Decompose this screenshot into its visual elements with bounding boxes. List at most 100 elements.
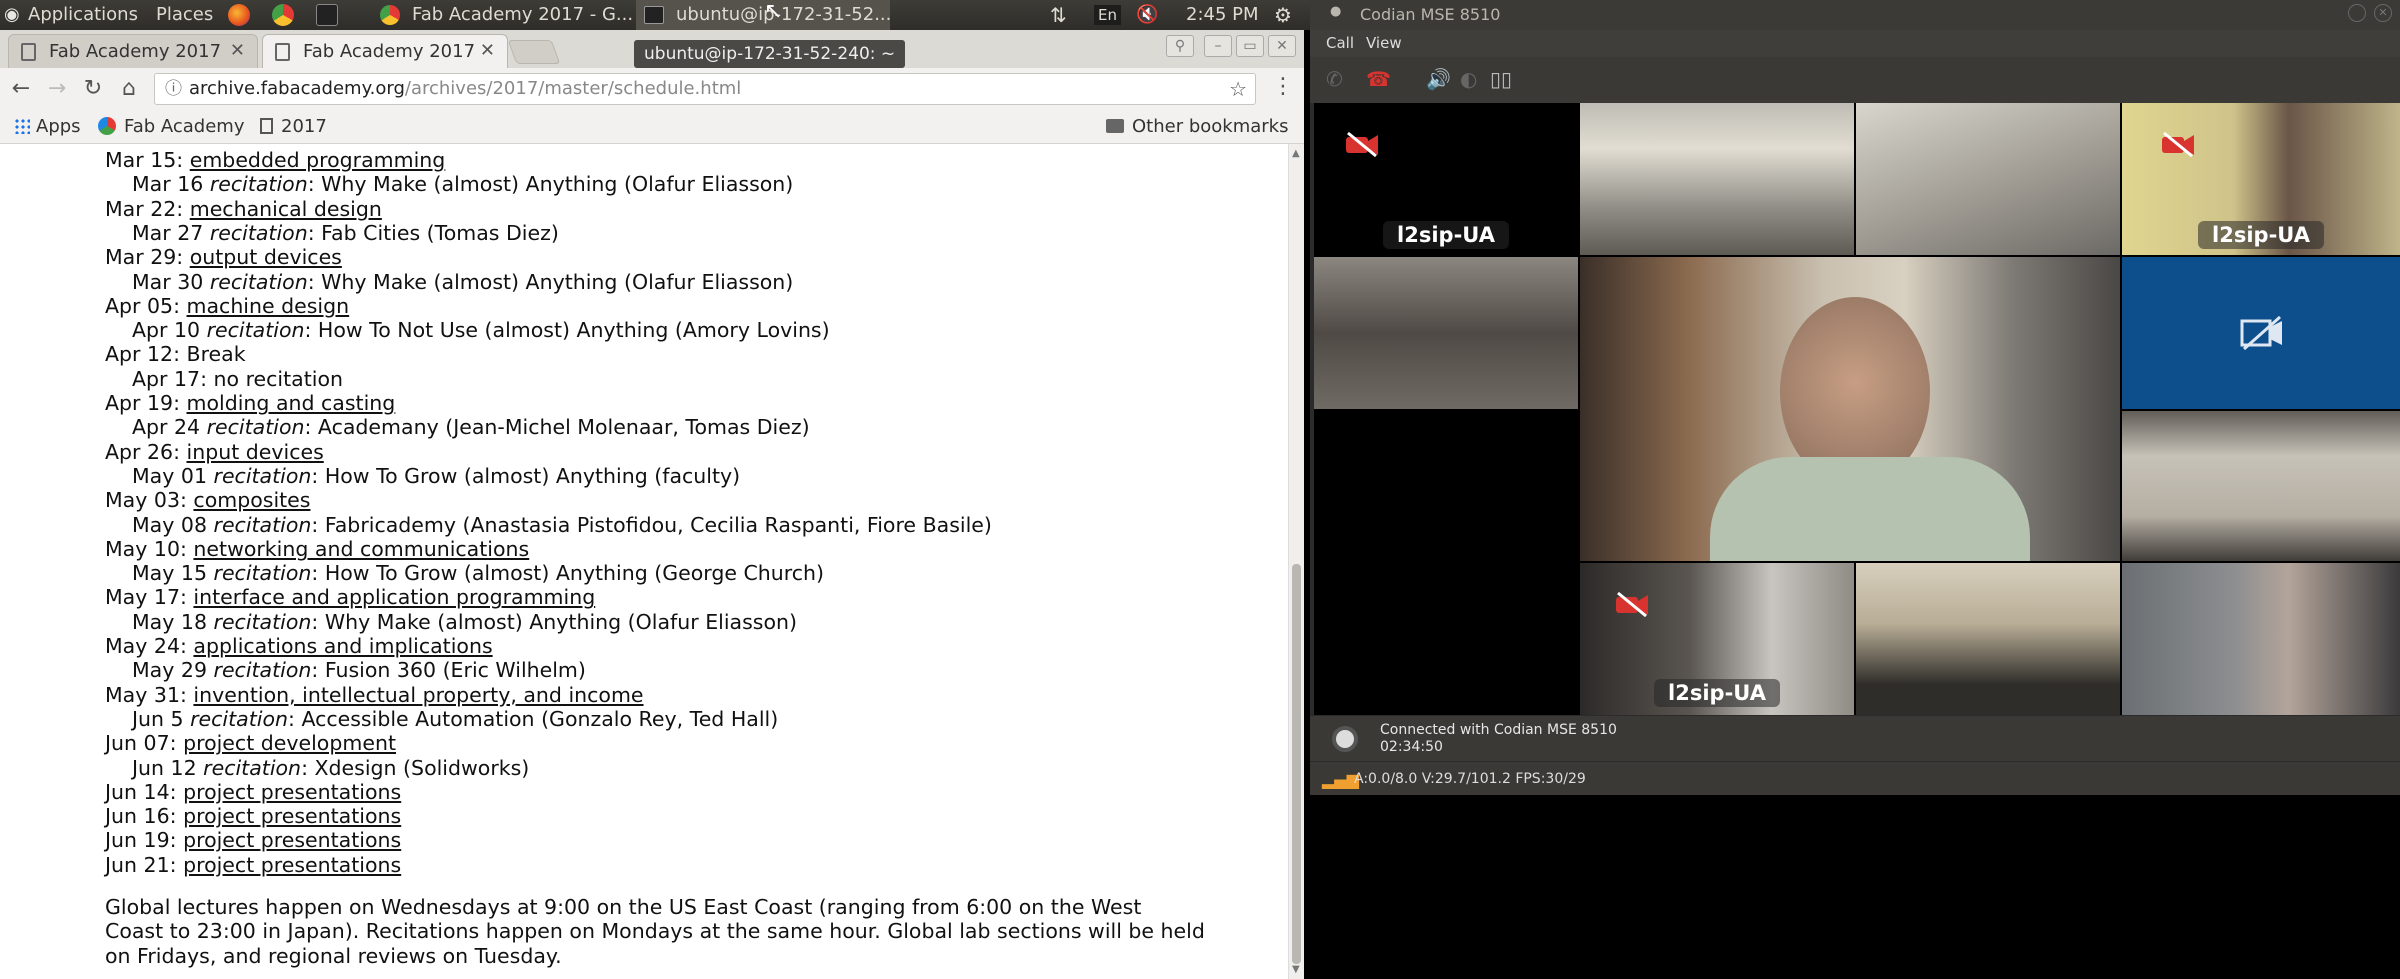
chrome-menu-icon[interactable]: ⋮ bbox=[1272, 74, 1294, 99]
applications-menu[interactable]: Applications bbox=[28, 0, 138, 30]
lecture-row: May 24: applications and implications bbox=[105, 634, 493, 658]
recitation-detail: : How To Grow (almost) Anything (faculty… bbox=[311, 463, 741, 488]
menu-view[interactable]: View bbox=[1366, 34, 1402, 52]
layout-toggle-icon[interactable]: ▯▯ bbox=[1490, 67, 1512, 91]
recitation-row: May 18 recitation: Why Make (almost) Any… bbox=[132, 610, 797, 634]
bookmark-2017[interactable]: 2017 bbox=[260, 116, 327, 137]
lecture-link[interactable]: project development bbox=[183, 731, 396, 755]
lecture-link[interactable]: molding and casting bbox=[187, 391, 396, 415]
lecture-link[interactable]: embedded programming bbox=[190, 148, 446, 172]
hangup-icon[interactable]: ☎ bbox=[1366, 67, 1391, 91]
lecture-row: Apr 26: input devices bbox=[105, 440, 324, 464]
lecture-link[interactable]: interface and application programming bbox=[193, 585, 595, 609]
video-tile-participants-row[interactable] bbox=[2122, 411, 2400, 561]
status-text: Connected with Codian MSE 8510 bbox=[1380, 722, 1617, 738]
schedule-date: May 24: bbox=[105, 634, 187, 658]
bookmark-apps[interactable]: Apps bbox=[14, 116, 81, 137]
info-icon[interactable]: ⓘ bbox=[165, 74, 182, 104]
lecture-row: May 10: networking and communications bbox=[105, 537, 529, 561]
video-tile-whiteboard-room[interactable]: l2sip-UA bbox=[1580, 563, 1854, 715]
video-tile-lab-corridor[interactable] bbox=[1856, 103, 2120, 255]
recitation-detail: : Why Make (almost) Anything (Olafur Eli… bbox=[307, 269, 794, 294]
ubuntu-logo-icon[interactable]: ◉ bbox=[4, 0, 20, 30]
terminal-launcher-icon[interactable] bbox=[316, 4, 338, 26]
system-gear-icon[interactable]: ⚙ bbox=[1274, 0, 1292, 30]
tab-close-icon[interactable]: ✕ bbox=[480, 40, 495, 61]
taskbar-item-browser[interactable]: Fab Academy 2017 - G... bbox=[372, 0, 634, 30]
video-tile-audio-only[interactable]: l2sip-UA bbox=[1314, 103, 1578, 255]
taskbar-item-label: ubuntu@ip-172-31-52... bbox=[676, 4, 890, 25]
scroll-down-arrow-icon[interactable]: ▼ bbox=[1292, 964, 1300, 975]
codian-toolbar: ✆ ☎ 🔊 ◐ ▯▯ bbox=[1310, 57, 2400, 103]
home-icon[interactable]: ⌂ bbox=[114, 74, 144, 104]
call-duration: 02:34:50 bbox=[1380, 739, 1443, 755]
minimize-button[interactable] bbox=[2348, 4, 2366, 22]
back-arrow-icon[interactable]: ← bbox=[6, 74, 36, 104]
lecture-link[interactable]: input devices bbox=[187, 440, 324, 464]
places-menu[interactable]: Places bbox=[156, 0, 213, 30]
video-tile-main-speaker[interactable] bbox=[1580, 257, 2120, 561]
profile-icon[interactable]: ⚲ bbox=[1166, 35, 1194, 57]
call-icon[interactable]: ✆ bbox=[1326, 67, 1343, 91]
schedule-date: Jun 12 bbox=[132, 755, 197, 780]
recitation-label: recitation bbox=[213, 609, 312, 634]
menu-call[interactable]: Call bbox=[1326, 34, 1354, 52]
recitation-detail: : Fabricademy (Anastasia Pistofidou, Cec… bbox=[311, 512, 992, 537]
recitation-row: Mar 30 recitation: Why Make (almost) Any… bbox=[132, 270, 793, 294]
video-tile-participant-elder[interactable] bbox=[2122, 563, 2400, 715]
lecture-link[interactable]: mechanical design bbox=[190, 197, 382, 221]
bookmark-star-icon[interactable]: ☆ bbox=[1229, 74, 1247, 104]
network-arrows-icon[interactable]: ⇅ bbox=[1050, 0, 1067, 30]
schedule-date: Jun 16: bbox=[105, 804, 177, 829]
lecture-link[interactable]: composites bbox=[193, 488, 310, 512]
video-tile-fablab-room[interactable] bbox=[1580, 103, 1854, 255]
lecture-link[interactable]: output devices bbox=[190, 245, 342, 269]
address-bar[interactable]: ⓘ archive.fabacademy.org/archives/2017/m… bbox=[154, 73, 1256, 105]
schedule-date: Jun 5 bbox=[132, 706, 184, 731]
new-tab-button[interactable] bbox=[507, 40, 561, 64]
lecture-row: Mar 22: mechanical design bbox=[105, 197, 382, 221]
reload-icon[interactable]: ↻ bbox=[78, 74, 108, 104]
lecture-link[interactable]: project presentations bbox=[183, 853, 401, 877]
volume-muted-icon[interactable]: 🔇 bbox=[1136, 0, 1158, 30]
firefox-launcher-icon[interactable] bbox=[228, 4, 250, 26]
video-tile-participant-young[interactable]: l2sip-UA bbox=[2122, 103, 2400, 255]
close-window-button[interactable]: ✕ bbox=[2374, 4, 2392, 22]
lecture-link[interactable]: applications and implications bbox=[193, 634, 492, 658]
close-window-button[interactable]: ✕ bbox=[1268, 35, 1296, 57]
bookmark-fab-academy[interactable]: Fab Academy bbox=[98, 116, 245, 137]
schedule-date: Apr 24 bbox=[132, 415, 201, 440]
tab-fab-academy-2[interactable]: Fab Academy 2017 ✕ bbox=[262, 34, 508, 68]
keyboard-layout-indicator[interactable]: En bbox=[1094, 5, 1121, 25]
lecture-link[interactable]: project presentations bbox=[183, 828, 401, 852]
clock[interactable]: 2:45 PM bbox=[1186, 0, 1259, 30]
fab-academy-icon bbox=[98, 117, 116, 135]
chrome-launcher-icon[interactable] bbox=[272, 4, 294, 26]
page-icon bbox=[21, 43, 36, 61]
microphone-icon[interactable]: ◐ bbox=[1460, 67, 1477, 91]
scroll-up-arrow-icon[interactable]: ▲ bbox=[1292, 148, 1300, 159]
lecture-link[interactable]: project presentations bbox=[183, 804, 401, 828]
video-tile-no-video[interactable] bbox=[2122, 257, 2400, 409]
window-menu-dot-icon[interactable]: ● bbox=[1330, 4, 1341, 19]
lecture-link[interactable]: invention, intellectual property, and in… bbox=[193, 683, 643, 707]
tab-close-icon[interactable]: ✕ bbox=[230, 40, 245, 61]
taskbar-item-terminal[interactable]: ubuntu@ip-172-31-52... bbox=[636, 0, 890, 30]
speaker-icon[interactable]: 🔊 bbox=[1426, 67, 1451, 91]
recitation-row: Mar 27 recitation: Fab Cities (Tomas Die… bbox=[132, 221, 559, 245]
other-bookmarks[interactable]: Other bookmarks bbox=[1106, 116, 1288, 137]
lecture-link[interactable]: project presentations bbox=[183, 780, 401, 804]
recitation-label: recitation bbox=[190, 706, 289, 731]
scroll-thumb[interactable] bbox=[1292, 564, 1301, 964]
tab-fab-academy-1[interactable]: Fab Academy 2017 ✕ bbox=[8, 34, 258, 68]
forward-arrow-icon[interactable]: → bbox=[42, 74, 72, 104]
minimize-button[interactable]: – bbox=[1204, 35, 1232, 57]
vertical-scrollbar[interactable]: ▲ ▼ bbox=[1288, 144, 1304, 979]
terminal-icon bbox=[644, 6, 664, 24]
video-tile-classroom[interactable] bbox=[1314, 257, 1578, 409]
lecture-link[interactable]: networking and communications bbox=[193, 537, 529, 561]
maximize-button[interactable]: ▭ bbox=[1236, 35, 1264, 57]
video-tile-group-table[interactable] bbox=[1856, 563, 2120, 715]
lecture-link[interactable]: machine design bbox=[187, 294, 350, 318]
lecture-row: May 31: invention, intellectual property… bbox=[105, 683, 644, 707]
